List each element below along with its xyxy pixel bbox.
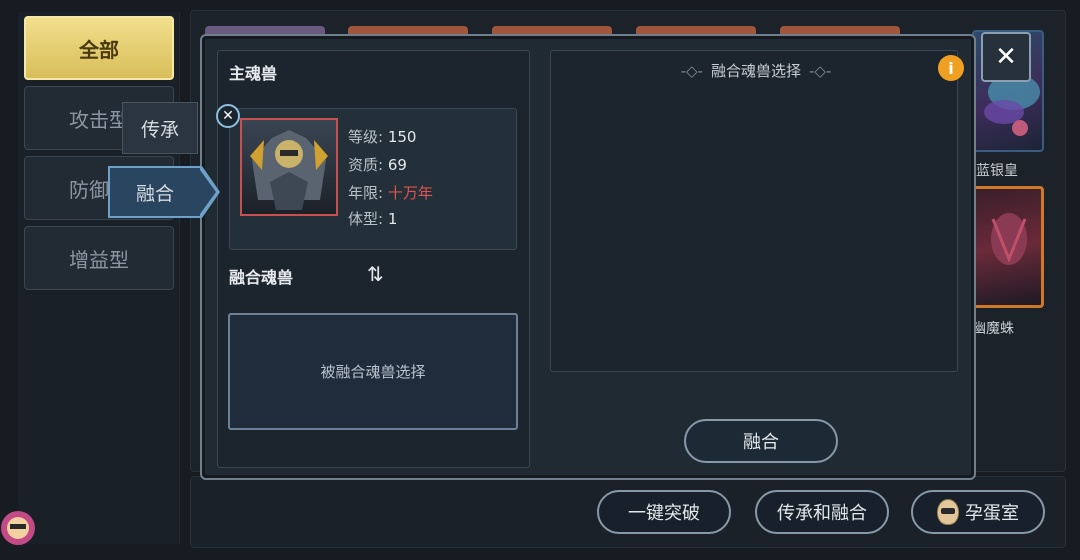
level-stat: 等级: 150 (348, 128, 417, 146)
quality-stat: 资质: 69 (348, 156, 407, 174)
info-icon[interactable]: i (938, 55, 964, 81)
size-value: 1 (387, 210, 398, 228)
one-click-breakthrough-button[interactable]: 一键突破 (597, 490, 731, 534)
egg-icon (937, 499, 959, 525)
fused-beast-select-slot[interactable]: 被融合魂兽选择 (228, 313, 518, 430)
swap-icon[interactable]: ⇅ (367, 262, 384, 286)
hatchery-button[interactable]: 孕蛋室 (911, 490, 1045, 534)
age-stat: 年限: 十万年 (348, 184, 433, 202)
quality-value: 69 (387, 156, 407, 174)
age-value: 十万年 (387, 184, 433, 202)
main-beast-portrait[interactable] (240, 118, 338, 216)
fusion-select-panel (550, 50, 958, 372)
remove-beast-icon[interactable]: ✕ (216, 104, 240, 128)
armored-beast-image (250, 130, 328, 210)
main-beast-title: 主魂兽 (229, 64, 278, 83)
inherit-and-fuse-button[interactable]: 传承和融合 (755, 490, 889, 534)
category-all-button[interactable]: 全部 (24, 16, 174, 80)
ornament-right-icon: -◇- (809, 61, 832, 80)
beast-card-youmozhu[interactable] (970, 186, 1044, 308)
close-dialog-button[interactable]: ✕ (981, 32, 1031, 82)
fusion-beast-title: 融合魂兽 (229, 268, 294, 287)
level-value: 150 (387, 128, 417, 146)
spider-image (991, 213, 1027, 265)
ornament-left-icon: -◇- (680, 61, 703, 80)
fuse-tab[interactable]: 融合 (108, 166, 202, 218)
category-buff-button[interactable]: 增益型 (24, 226, 174, 290)
size-stat: 体型: 1 (348, 210, 398, 228)
beast-name-label: 幽魔蛛 (972, 321, 1014, 337)
player-avatar-icon[interactable] (0, 500, 40, 556)
tab-arrow-fill (200, 170, 216, 214)
inherit-tab[interactable]: 传承 (122, 102, 198, 154)
close-icon: ✕ (995, 42, 1017, 72)
fuse-button[interactable]: 融合 (684, 419, 838, 463)
fusion-select-header: -◇- 融合魂兽选择 -◇- (680, 61, 832, 81)
beast-name-label: 蓝银皇 (976, 163, 1018, 179)
